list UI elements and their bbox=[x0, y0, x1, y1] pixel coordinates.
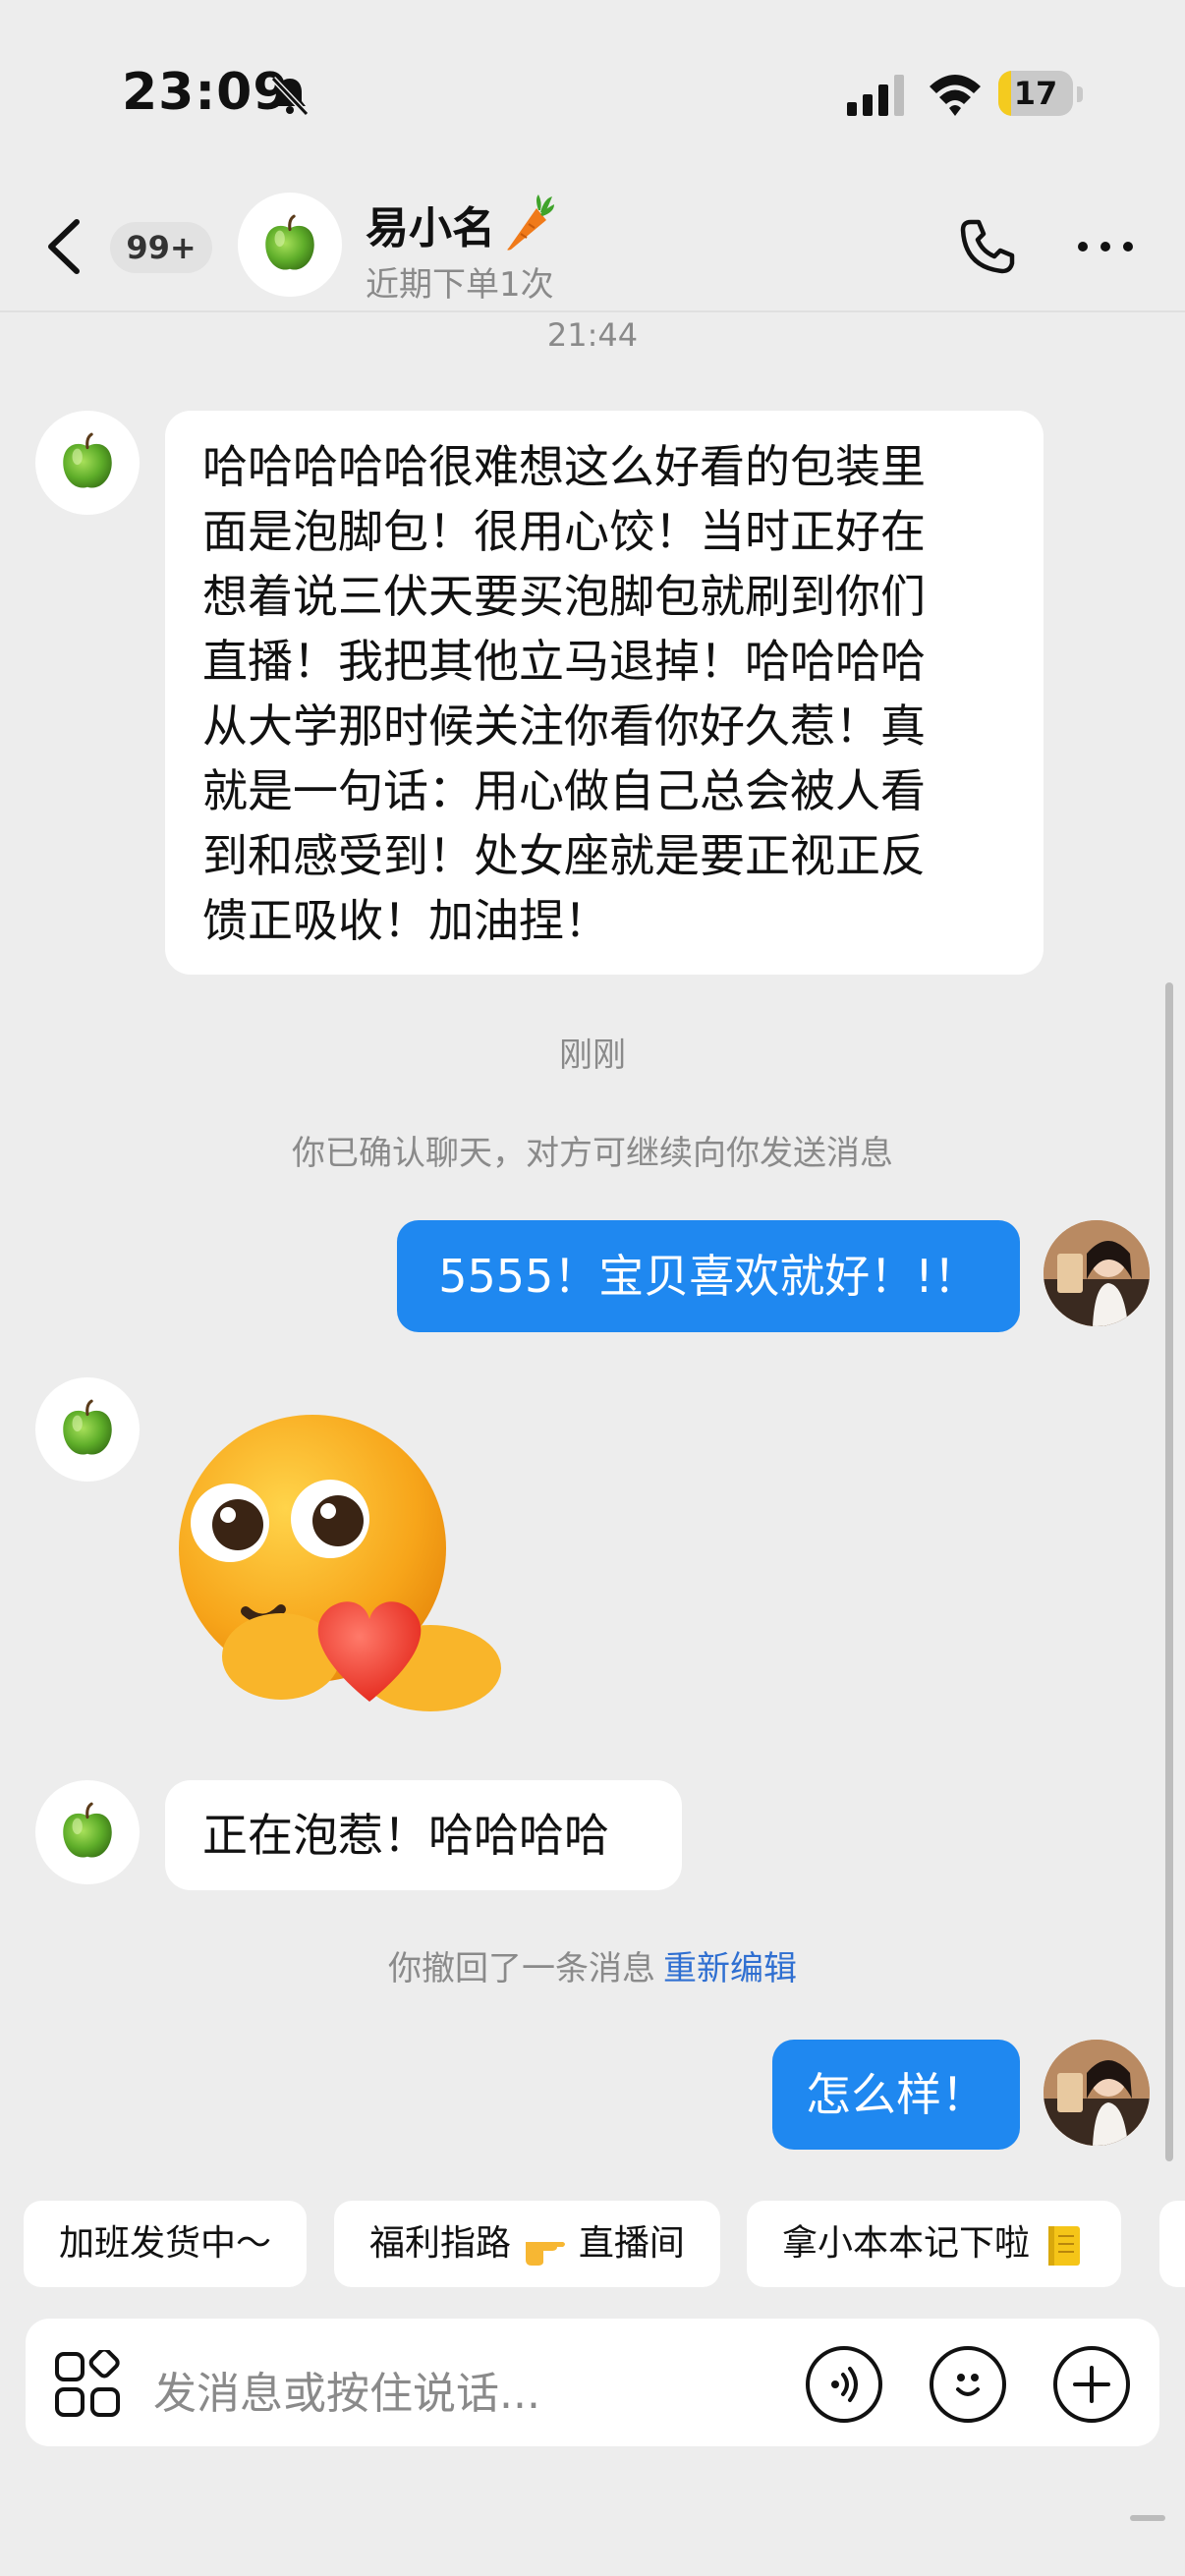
chip-label: 拿小本本记下啦 bbox=[782, 2223, 1031, 2264]
plus-button[interactable] bbox=[1053, 2346, 1130, 2423]
contact-avatar[interactable] bbox=[238, 193, 342, 297]
signal-icon bbox=[847, 75, 904, 116]
more-icon[interactable] bbox=[1075, 236, 1136, 257]
apple-avatar-icon bbox=[55, 1397, 120, 1462]
header-divider bbox=[0, 310, 1185, 312]
quick-reply-chip[interactable]: 拿小本本记下啦 bbox=[747, 2201, 1122, 2287]
chip-label: 直播间 bbox=[578, 2223, 685, 2264]
battery-level: 17 bbox=[1013, 75, 1058, 112]
voice-button[interactable] bbox=[806, 2346, 882, 2423]
apple-avatar-icon bbox=[257, 212, 322, 277]
message-line: 面是泡脚包！很用心饺！当时正好在 bbox=[202, 505, 926, 558]
apps-grid-icon[interactable] bbox=[53, 2350, 122, 2419]
message-line: 哈哈哈哈哈很难想这么好看的包装里 bbox=[202, 440, 926, 493]
apple-avatar-icon bbox=[55, 1800, 120, 1865]
battery-icon: 17 bbox=[998, 71, 1083, 118]
pointing-hand-emoji bbox=[526, 2242, 566, 2266]
carrot-icon bbox=[507, 195, 554, 251]
system-notice: 你已确认聊天，对方可继续向你发送消息 bbox=[292, 1134, 893, 1173]
contact-name-row[interactable]: 易小名 bbox=[366, 193, 554, 255]
contact-avatar[interactable] bbox=[35, 1780, 140, 1884]
timestamp: 21:44 bbox=[546, 316, 639, 354]
contact-subtitle: 近期下单1次 bbox=[366, 265, 554, 305]
status-time: 23:09 bbox=[122, 63, 290, 122]
incoming-message[interactable]: 正在泡惹！哈哈哈哈 bbox=[165, 1780, 682, 1890]
timestamp: 刚刚 bbox=[559, 1036, 626, 1075]
message-line: 馈正吸收！加油捏！ bbox=[202, 894, 609, 947]
message-line: 想着说三伏天要买泡脚包就刷到你们 bbox=[202, 570, 926, 623]
scrollbar[interactable] bbox=[1165, 982, 1173, 2161]
quick-reply-chip[interactable]: 加班发货中～ bbox=[24, 2201, 308, 2287]
contact-avatar[interactable] bbox=[35, 411, 140, 515]
user-avatar[interactable] bbox=[1044, 1220, 1150, 1326]
user-avatar[interactable] bbox=[1044, 2040, 1150, 2146]
unread-badge[interactable]: 99+ bbox=[110, 222, 212, 273]
contact-avatar[interactable] bbox=[35, 1377, 140, 1482]
recall-notice: 你撤回了一条消息 bbox=[388, 1949, 655, 1988]
chip-label: 福利指路 bbox=[369, 2223, 512, 2264]
message-line: 直播！我把其他立马退掉！哈哈哈哈 bbox=[202, 635, 926, 688]
back-icon[interactable] bbox=[43, 218, 86, 275]
message-line: 从大学那时候关注你看你好久惹！真 bbox=[202, 700, 926, 753]
emoji-icon bbox=[956, 2374, 980, 2396]
system-notice: 你撤回了一条消息 重新编辑 bbox=[0, 1941, 1185, 1989]
re-edit-link[interactable]: 重新编辑 bbox=[663, 1949, 797, 1988]
emoji-button[interactable] bbox=[930, 2346, 1006, 2423]
phone-icon[interactable] bbox=[957, 216, 1018, 277]
home-indicator bbox=[1130, 2515, 1165, 2521]
contact-name: 易小名 bbox=[366, 203, 495, 253]
notebook-emoji bbox=[1048, 2226, 1081, 2266]
wifi-icon bbox=[930, 75, 981, 116]
message-text: 哈哈哈哈哈很难想这么好看的包装里 面是泡脚包！很用心饺！当时正好在 想着说三伏天要买… bbox=[202, 434, 1006, 953]
message-line: 到和感受到！处女座就是要正视正反 bbox=[202, 829, 926, 882]
voice-icon bbox=[831, 2367, 858, 2402]
outgoing-message[interactable]: 怎么样！ bbox=[772, 2040, 1020, 2150]
message-input[interactable]: 发消息或按住说话... bbox=[153, 2358, 540, 2421]
quick-reply-chip-overflow[interactable] bbox=[1159, 2201, 1185, 2287]
quick-reply-chip[interactable]: 福利指路 直播间 bbox=[334, 2201, 720, 2287]
outgoing-message[interactable]: 5555！宝贝喜欢就好！!！ bbox=[397, 1220, 1020, 1332]
plus-icon bbox=[1073, 2366, 1110, 2403]
heart-emoji-sticker[interactable] bbox=[173, 1411, 513, 1715]
incoming-message[interactable]: 哈哈哈哈哈很难想这么好看的包装里 面是泡脚包！很用心饺！当时正好在 想着说三伏天要买… bbox=[165, 411, 1044, 975]
apple-avatar-icon bbox=[55, 430, 120, 495]
bell-mute-icon bbox=[270, 76, 310, 117]
message-line: 就是一句话：用心做自己总会被人看 bbox=[202, 764, 926, 817]
